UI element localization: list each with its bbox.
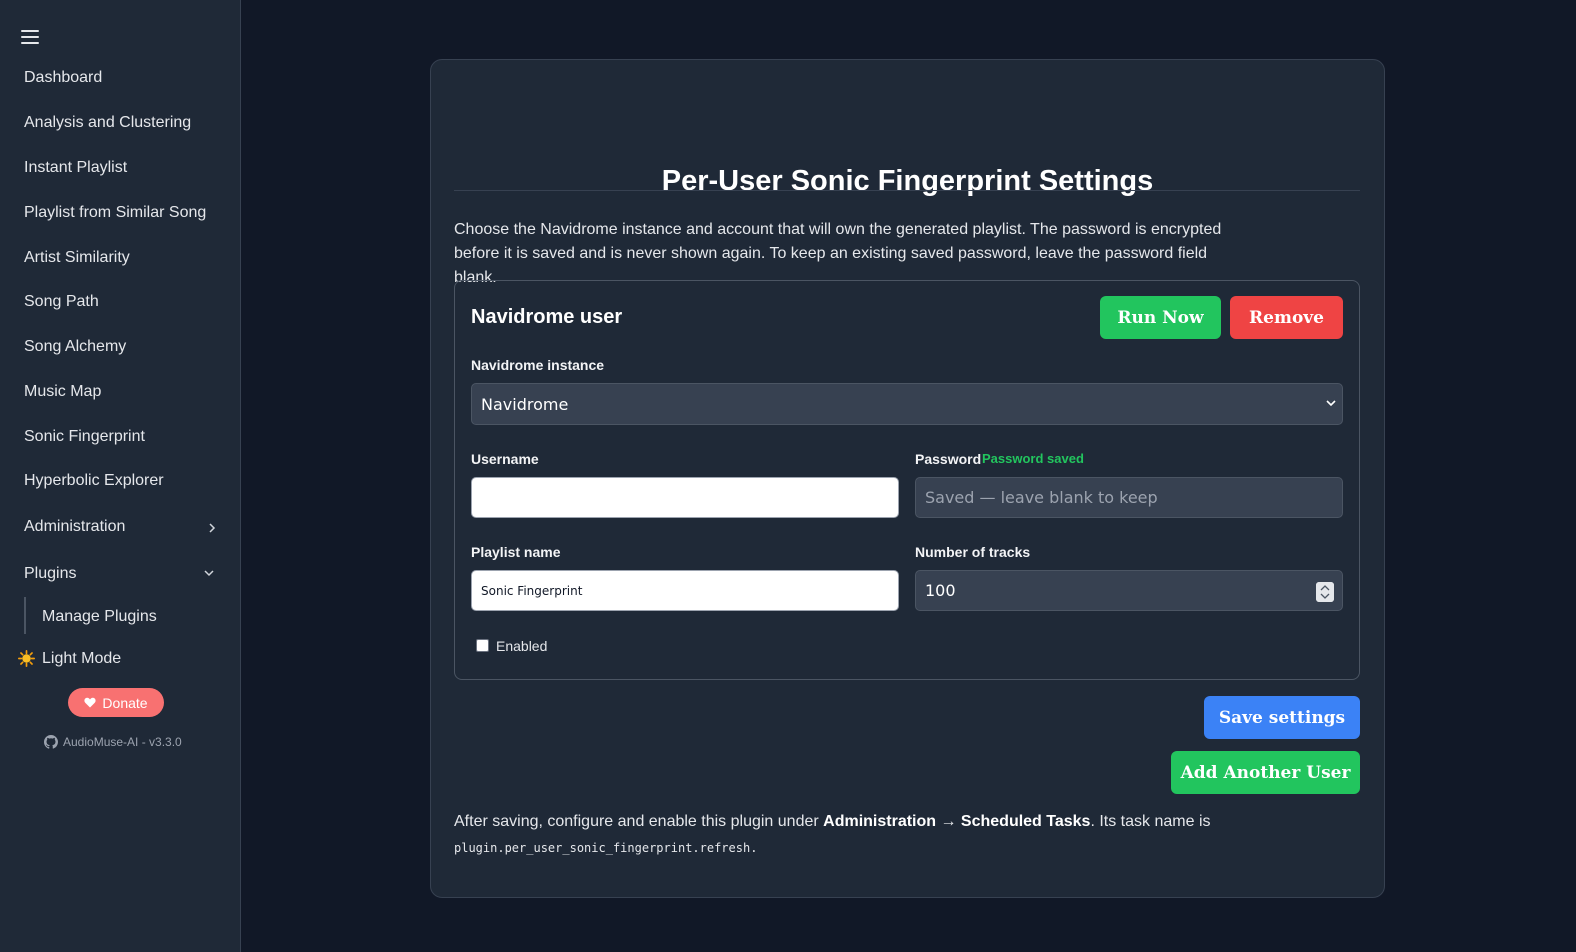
subnav-line [24,597,26,634]
sidebar-item-playlist-similar-song[interactable]: Playlist from Similar Song [24,204,206,222]
password-input[interactable]: Saved — leave blank to keep [915,477,1343,518]
enabled-label: Enabled [496,638,548,654]
footer-instructions: After saving, configure and enable this … [454,813,1211,831]
playlist-name-input[interactable]: Sonic Fingerprint [471,570,899,611]
sidebar-item-sonic-fingerprint[interactable]: Sonic Fingerprint [24,428,145,446]
password-saved-badge: Password saved [982,451,1084,466]
sidebar-item-analysis-clustering[interactable]: Analysis and Clustering [24,114,191,132]
hamburger-menu-icon[interactable] [20,26,42,48]
instance-value: Navidrome [481,394,569,414]
sidebar-item-instant-playlist[interactable]: Instant Playlist [24,159,127,177]
enabled-checkbox[interactable] [476,639,489,652]
tracks-label: Number of tracks [915,544,1031,560]
sidebar-item-manage-plugins[interactable]: Manage Plugins [42,608,157,626]
sidebar: Dashboard Analysis and Clustering Instan… [0,0,241,952]
donate-label: Donate [102,694,148,711]
sidebar-item-song-path[interactable]: Song Path [24,293,99,311]
sidebar-item-hyperbolic-explorer[interactable]: Hyperbolic Explorer [24,472,164,490]
username-label: Username [471,451,539,467]
tracks-input[interactable]: 100 [915,570,1343,611]
sidebar-item-song-alchemy[interactable]: Song Alchemy [24,338,126,356]
number-stepper-icon[interactable] [1316,582,1334,602]
footer-arrow: → [936,813,961,830]
footer-admin: Administration [823,813,937,830]
divider [454,190,1360,191]
playlist-name-label: Playlist name [471,544,561,560]
user-heading: Navidrome user [471,306,623,328]
instance-select[interactable]: Navidrome [471,383,1343,425]
heart-icon [84,697,97,708]
instance-label: Navidrome instance [471,357,605,373]
task-name-code: plugin.per_user_sonic_fingerprint.refres… [454,841,758,855]
username-input[interactable] [471,477,899,518]
version-label: AudioMuse-AI - v3.3.0 [63,735,182,749]
sidebar-item-music-map[interactable]: Music Map [24,383,101,401]
theme-toggle[interactable]: Light Mode [42,650,121,668]
run-now-button[interactable]: Run Now [1100,296,1221,339]
sidebar-item-plugins[interactable]: Plugins [24,565,76,583]
sun-icon [18,650,35,667]
page-title: Per-User Sonic Fingerprint Settings [661,165,1154,197]
sidebar-item-dashboard[interactable]: Dashboard [24,69,102,87]
sidebar-item-administration[interactable]: Administration [24,518,125,536]
github-icon [44,735,58,749]
chevron-right-icon [209,523,216,533]
password-placeholder: Saved — leave blank to keep [925,488,1158,507]
footer-tasks: Scheduled Tasks [960,813,1091,830]
password-label: Password [915,451,982,467]
footer-suffix: . Its task name is [1090,813,1211,830]
donate-button[interactable]: Donate [68,688,164,717]
save-settings-button[interactable]: Save settings [1204,696,1360,739]
chevron-down-icon [204,570,214,577]
chevron-down-icon [1326,400,1336,407]
footer-prefix: After saving, configure and enable this … [454,813,824,830]
version-info[interactable]: AudioMuse-AI - v3.3.0 [44,735,182,749]
add-user-button[interactable]: Add Another User [1171,751,1360,794]
remove-button[interactable]: Remove [1230,296,1343,339]
tracks-value: 100 [925,581,956,600]
sidebar-item-artist-similarity[interactable]: Artist Similarity [24,249,130,267]
